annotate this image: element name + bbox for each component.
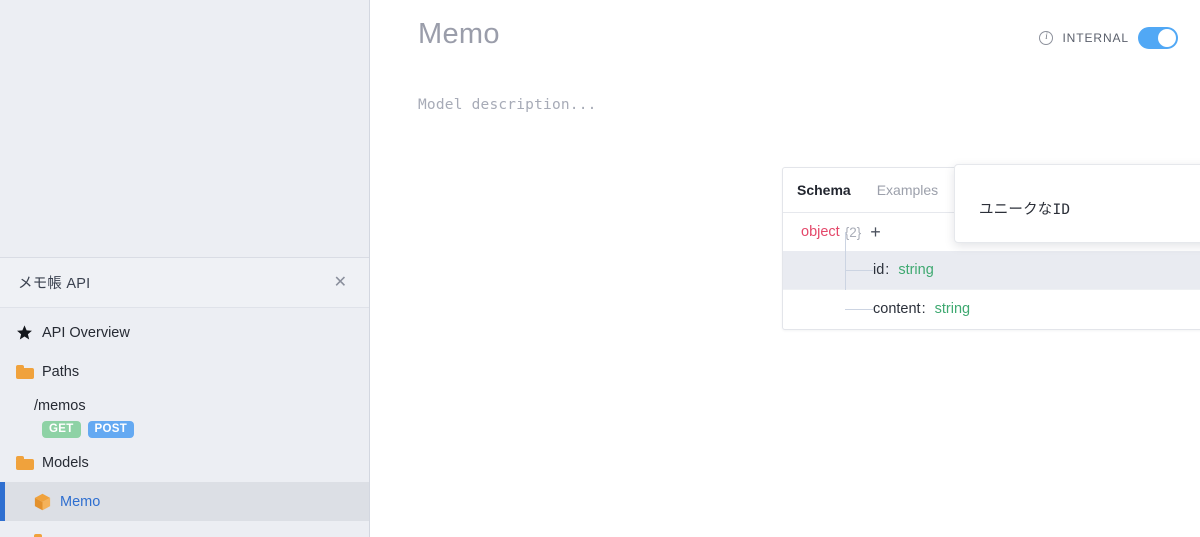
internal-label: INTERNAL: [1062, 31, 1129, 45]
property-type: string: [898, 262, 934, 278]
folder-icon: [16, 364, 42, 379]
root-type-label: object: [801, 224, 840, 240]
tree-connector: [801, 270, 873, 328]
app-root: メモ帳 API ✕ API Overview Paths /memos GET …: [0, 0, 1200, 537]
sidebar-item-memo[interactable]: Memo: [0, 482, 369, 521]
sidebar-item-label: Models: [42, 454, 89, 471]
folder-icon: [34, 533, 60, 537]
table-row[interactable]: content : string !: [783, 270, 1200, 328]
cube-icon: [34, 493, 60, 511]
description-tooltip: ユニークなID: [954, 164, 1200, 243]
property-key: content: [873, 300, 921, 317]
property-colon: :: [921, 300, 926, 317]
sidebar-item-models[interactable]: Models: [0, 443, 369, 482]
sidebar-item-label: Paths: [42, 363, 80, 380]
sidebar-item-api-overview[interactable]: API Overview: [0, 313, 369, 352]
folder-icon: [16, 455, 42, 470]
tree-connector: [801, 232, 873, 289]
property-colon: :: [885, 262, 890, 278]
method-badge-get[interactable]: GET: [42, 420, 81, 438]
tab-schema[interactable]: Schema: [797, 182, 851, 198]
model-description-placeholder[interactable]: Model description...: [418, 97, 1200, 113]
sidebar-path-label: /memos: [34, 398, 86, 414]
sidebar-project-title: メモ帳 API: [18, 276, 91, 292]
property-type: string: [934, 300, 971, 317]
info-icon[interactable]: i: [1039, 31, 1054, 45]
root-property-count: {2}: [844, 224, 862, 240]
property-key: id: [873, 262, 885, 278]
star-icon: [16, 324, 42, 341]
tooltip-text: ユニークなID: [979, 202, 1071, 218]
document-header: Memo Model description...: [370, 0, 1200, 113]
internal-toggle[interactable]: [1138, 27, 1178, 49]
close-icon[interactable]: ✕: [330, 273, 351, 293]
sidebar-method-badges: GET POST: [0, 415, 369, 443]
add-property-button[interactable]: +: [870, 223, 881, 241]
internal-toggle-group: i INTERNAL: [1039, 27, 1178, 49]
main-content: Memo Model description... i INTERNAL Sch…: [370, 0, 1200, 537]
sidebar-item-label: Memo: [60, 493, 101, 510]
tab-examples[interactable]: Examples: [877, 182, 938, 198]
sidebar-header: メモ帳 API ✕: [0, 258, 369, 308]
sidebar-item-next-folder-partial[interactable]: [0, 521, 369, 537]
sidebar-item-paths[interactable]: Paths: [0, 352, 369, 391]
sidebar: メモ帳 API ✕ API Overview Paths /memos GET …: [0, 0, 370, 537]
sidebar-nav: API Overview Paths /memos GET POST Model…: [0, 308, 369, 537]
method-badge-post[interactable]: POST: [87, 420, 135, 438]
sidebar-upper-blank-panel: [0, 0, 369, 258]
sidebar-item-label: API Overview: [42, 324, 130, 341]
